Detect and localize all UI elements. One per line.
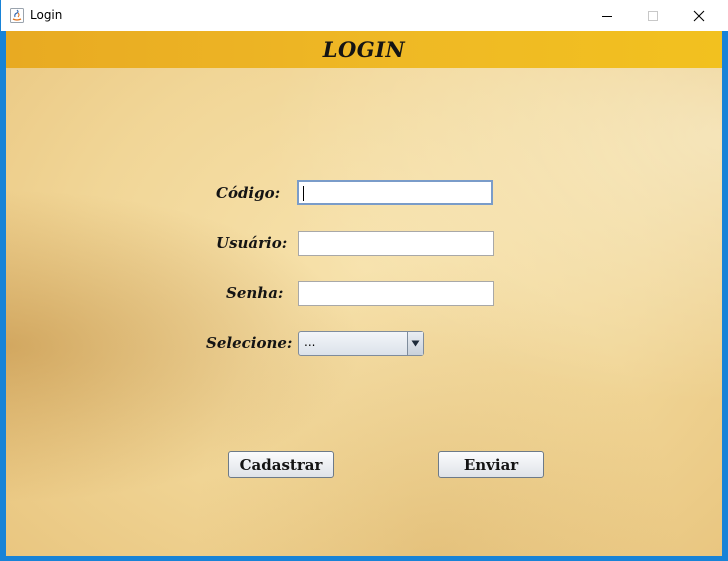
selecione-label: Selecione: — [206, 334, 293, 352]
close-button[interactable] — [676, 0, 722, 31]
minimize-icon — [602, 15, 612, 17]
codigo-field[interactable] — [297, 180, 493, 205]
title-bar[interactable]: Login — [1, 0, 728, 31]
window-title: Login — [30, 8, 63, 22]
minimize-button[interactable] — [584, 0, 630, 31]
senha-field[interactable] — [298, 281, 494, 306]
senha-label: Senha: — [226, 284, 284, 302]
selecione-dropdown[interactable]: ... — [298, 331, 424, 356]
content-panel: LOGIN Código: Usuário: Senha: Selecione:… — [6, 31, 722, 556]
usuario-field[interactable] — [298, 231, 494, 256]
chevron-down-icon — [411, 340, 420, 347]
header-band: LOGIN — [6, 31, 722, 68]
dropdown-arrow-button[interactable] — [407, 332, 423, 355]
dropdown-selected-value: ... — [304, 335, 316, 349]
close-icon — [693, 10, 705, 21]
usuario-label: Usuário: — [216, 234, 288, 252]
page-title: LOGIN — [322, 37, 406, 62]
java-icon — [10, 8, 24, 23]
text-caret — [303, 186, 304, 201]
codigo-label: Código: — [216, 184, 281, 202]
login-window: Login LOGIN Código: Usuário: Senha: Sele… — [0, 0, 728, 561]
cadastrar-button[interactable]: Cadastrar — [228, 451, 334, 478]
maximize-button[interactable] — [630, 0, 676, 31]
enviar-button[interactable]: Enviar — [438, 451, 544, 478]
maximize-icon — [648, 10, 658, 21]
